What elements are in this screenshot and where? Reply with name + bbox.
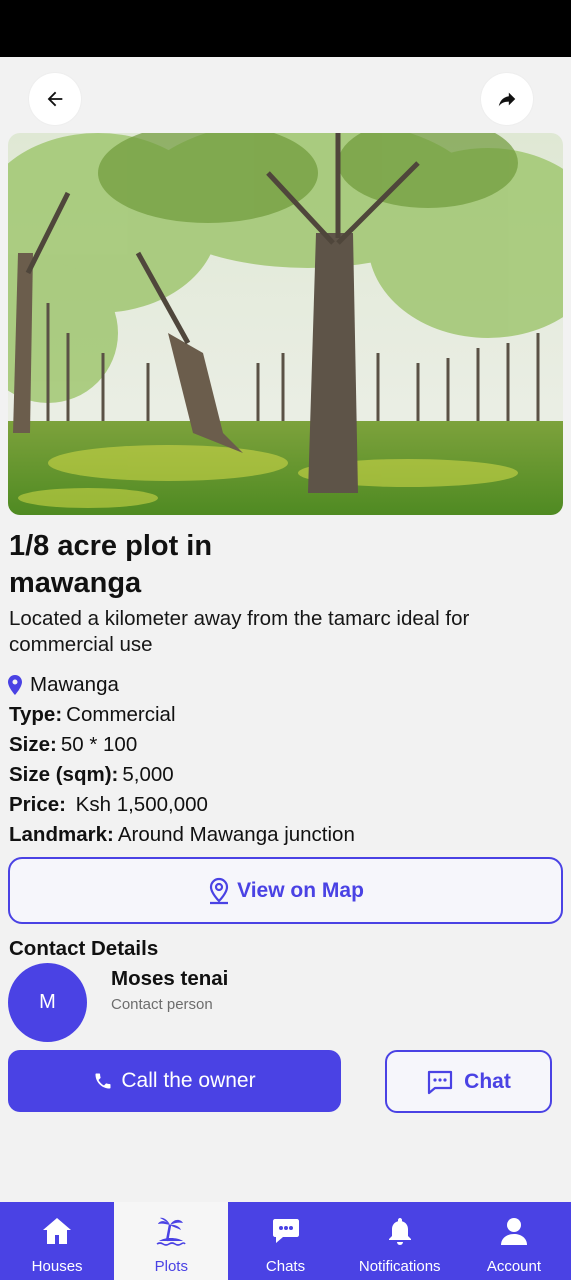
status-bar — [0, 0, 571, 57]
listing-location: Mawanga — [8, 671, 119, 699]
detail-value: 50 * 100 — [60, 733, 138, 756]
detail-row-size: Size: 50 * 100 — [9, 731, 137, 759]
view-on-map-button[interactable]: View on Map — [8, 857, 563, 924]
arrow-left-icon — [44, 88, 66, 110]
call-owner-label: Call the owner — [121, 1069, 256, 1092]
nav-item-houses[interactable]: Houses — [0, 1202, 114, 1280]
bottom-navigation: Houses Plots Chats Notifications Account — [0, 1202, 571, 1280]
nav-label: Chats — [265, 1258, 306, 1275]
detail-key: Type: — [9, 703, 63, 726]
detail-key: Size: — [9, 733, 57, 756]
nav-item-plots[interactable]: Plots — [114, 1202, 229, 1280]
detail-key: Price: — [9, 793, 66, 816]
chat-label: Chat — [464, 1069, 511, 1093]
detail-value: Commercial — [66, 703, 176, 726]
user-icon — [500, 1214, 528, 1248]
view-on-map-label: View on Map — [237, 878, 364, 902]
chat-button[interactable]: Chat — [385, 1050, 552, 1113]
location-pin-icon — [8, 675, 22, 695]
plot-photo — [8, 133, 563, 515]
detail-row-price: Price: Ksh 1,500,000 — [9, 791, 208, 819]
contact-role: Contact person — [111, 996, 213, 1013]
call-owner-button[interactable]: Call the owner — [8, 1050, 341, 1112]
detail-value: 5,000 — [122, 763, 174, 786]
share-icon — [496, 88, 518, 110]
avatar: M — [8, 963, 87, 1042]
detail-key: Landmark: — [9, 823, 114, 846]
nav-label: Account — [486, 1258, 542, 1275]
phone-icon — [93, 1071, 113, 1091]
nav-item-notifications[interactable]: Notifications — [343, 1202, 457, 1280]
map-pin-icon — [207, 877, 231, 905]
listing-description: Located a kilometer away from the tamarc… — [9, 607, 470, 656]
contact-heading: Contact Details — [9, 937, 159, 960]
share-button[interactable] — [481, 73, 533, 125]
detail-value: Around Mawanga junction — [117, 823, 355, 846]
contact-name: Moses tenai — [111, 967, 229, 990]
nav-item-chats[interactable]: Chats — [228, 1202, 342, 1280]
bell-icon — [386, 1214, 414, 1248]
detail-value: Ksh 1,500,000 — [69, 793, 208, 816]
detail-key: Size (sqm): — [9, 763, 119, 786]
nav-label: Houses — [31, 1258, 83, 1275]
detail-row-size-sqm: Size (sqm): 5,000 — [9, 761, 174, 789]
location-text: Mawanga — [30, 673, 119, 696]
nav-item-account[interactable]: Account — [457, 1202, 571, 1280]
detail-row-type: Type: Commercial — [9, 701, 176, 729]
listing-title: 1/8 acre plot in mawanga — [9, 530, 213, 599]
nav-label: Plots — [154, 1258, 188, 1275]
nav-label: Notifications — [358, 1258, 441, 1275]
back-button[interactable] — [29, 73, 81, 125]
home-icon — [41, 1214, 73, 1248]
island-icon — [155, 1214, 187, 1248]
detail-row-landmark: Landmark: Around Mawanga junction — [9, 821, 355, 849]
message-icon — [426, 1069, 454, 1095]
chat-bubble-icon — [271, 1214, 301, 1248]
